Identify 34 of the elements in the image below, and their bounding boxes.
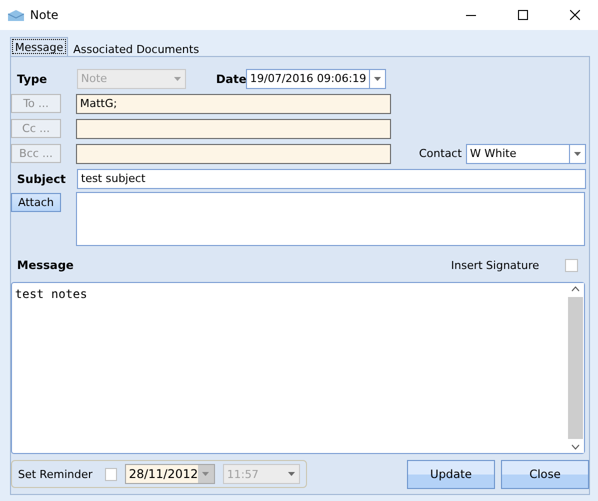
scrollbar[interactable]	[567, 283, 584, 453]
subject-label: Subject	[16, 172, 67, 186]
caret-icon	[174, 76, 180, 80]
window-title: Note	[30, 8, 60, 22]
contact-dropdown[interactable]: W White	[466, 144, 586, 164]
contact-label: Contact	[419, 147, 463, 160]
maximize-icon	[518, 10, 528, 20]
attachments-box[interactable]	[76, 192, 585, 246]
date-label: Date	[215, 72, 246, 86]
message-label: Message	[16, 258, 75, 272]
reminder-checkbox[interactable]	[104, 468, 117, 480]
message-field[interactable]: test notes	[11, 282, 585, 454]
dialog-button[interactable]: Close	[501, 460, 589, 488]
type-label: Type	[16, 72, 48, 86]
minimize-icon	[466, 14, 476, 16]
reminder-date-field[interactable]: 28/11/2012	[124, 464, 215, 484]
insert-signature-label: Insert Signature	[451, 258, 540, 272]
caret-icon	[374, 76, 381, 80]
insert-signature-checkbox[interactable]	[565, 258, 578, 272]
tab[interactable]: Associated Documents	[68, 39, 204, 56]
recipient-field[interactable]	[76, 144, 391, 164]
caret-icon	[574, 152, 581, 156]
caret-icon	[202, 472, 210, 476]
close-icon	[570, 10, 580, 20]
envelope-icon	[8, 10, 24, 20]
dialog-button[interactable]: Update	[407, 460, 495, 488]
date-picker[interactable]: 19/07/2016 09:06:19	[246, 68, 386, 88]
attach-button[interactable]: Attach	[11, 193, 61, 212]
set-reminder-label: Set Reminder	[18, 468, 92, 480]
recipient-field[interactable]: MattG;	[76, 94, 391, 114]
subject-field[interactable]: test subject	[77, 168, 586, 188]
tab[interactable]: Message	[10, 37, 68, 56]
caret-icon	[288, 472, 294, 476]
recipient-field[interactable]	[76, 118, 391, 138]
